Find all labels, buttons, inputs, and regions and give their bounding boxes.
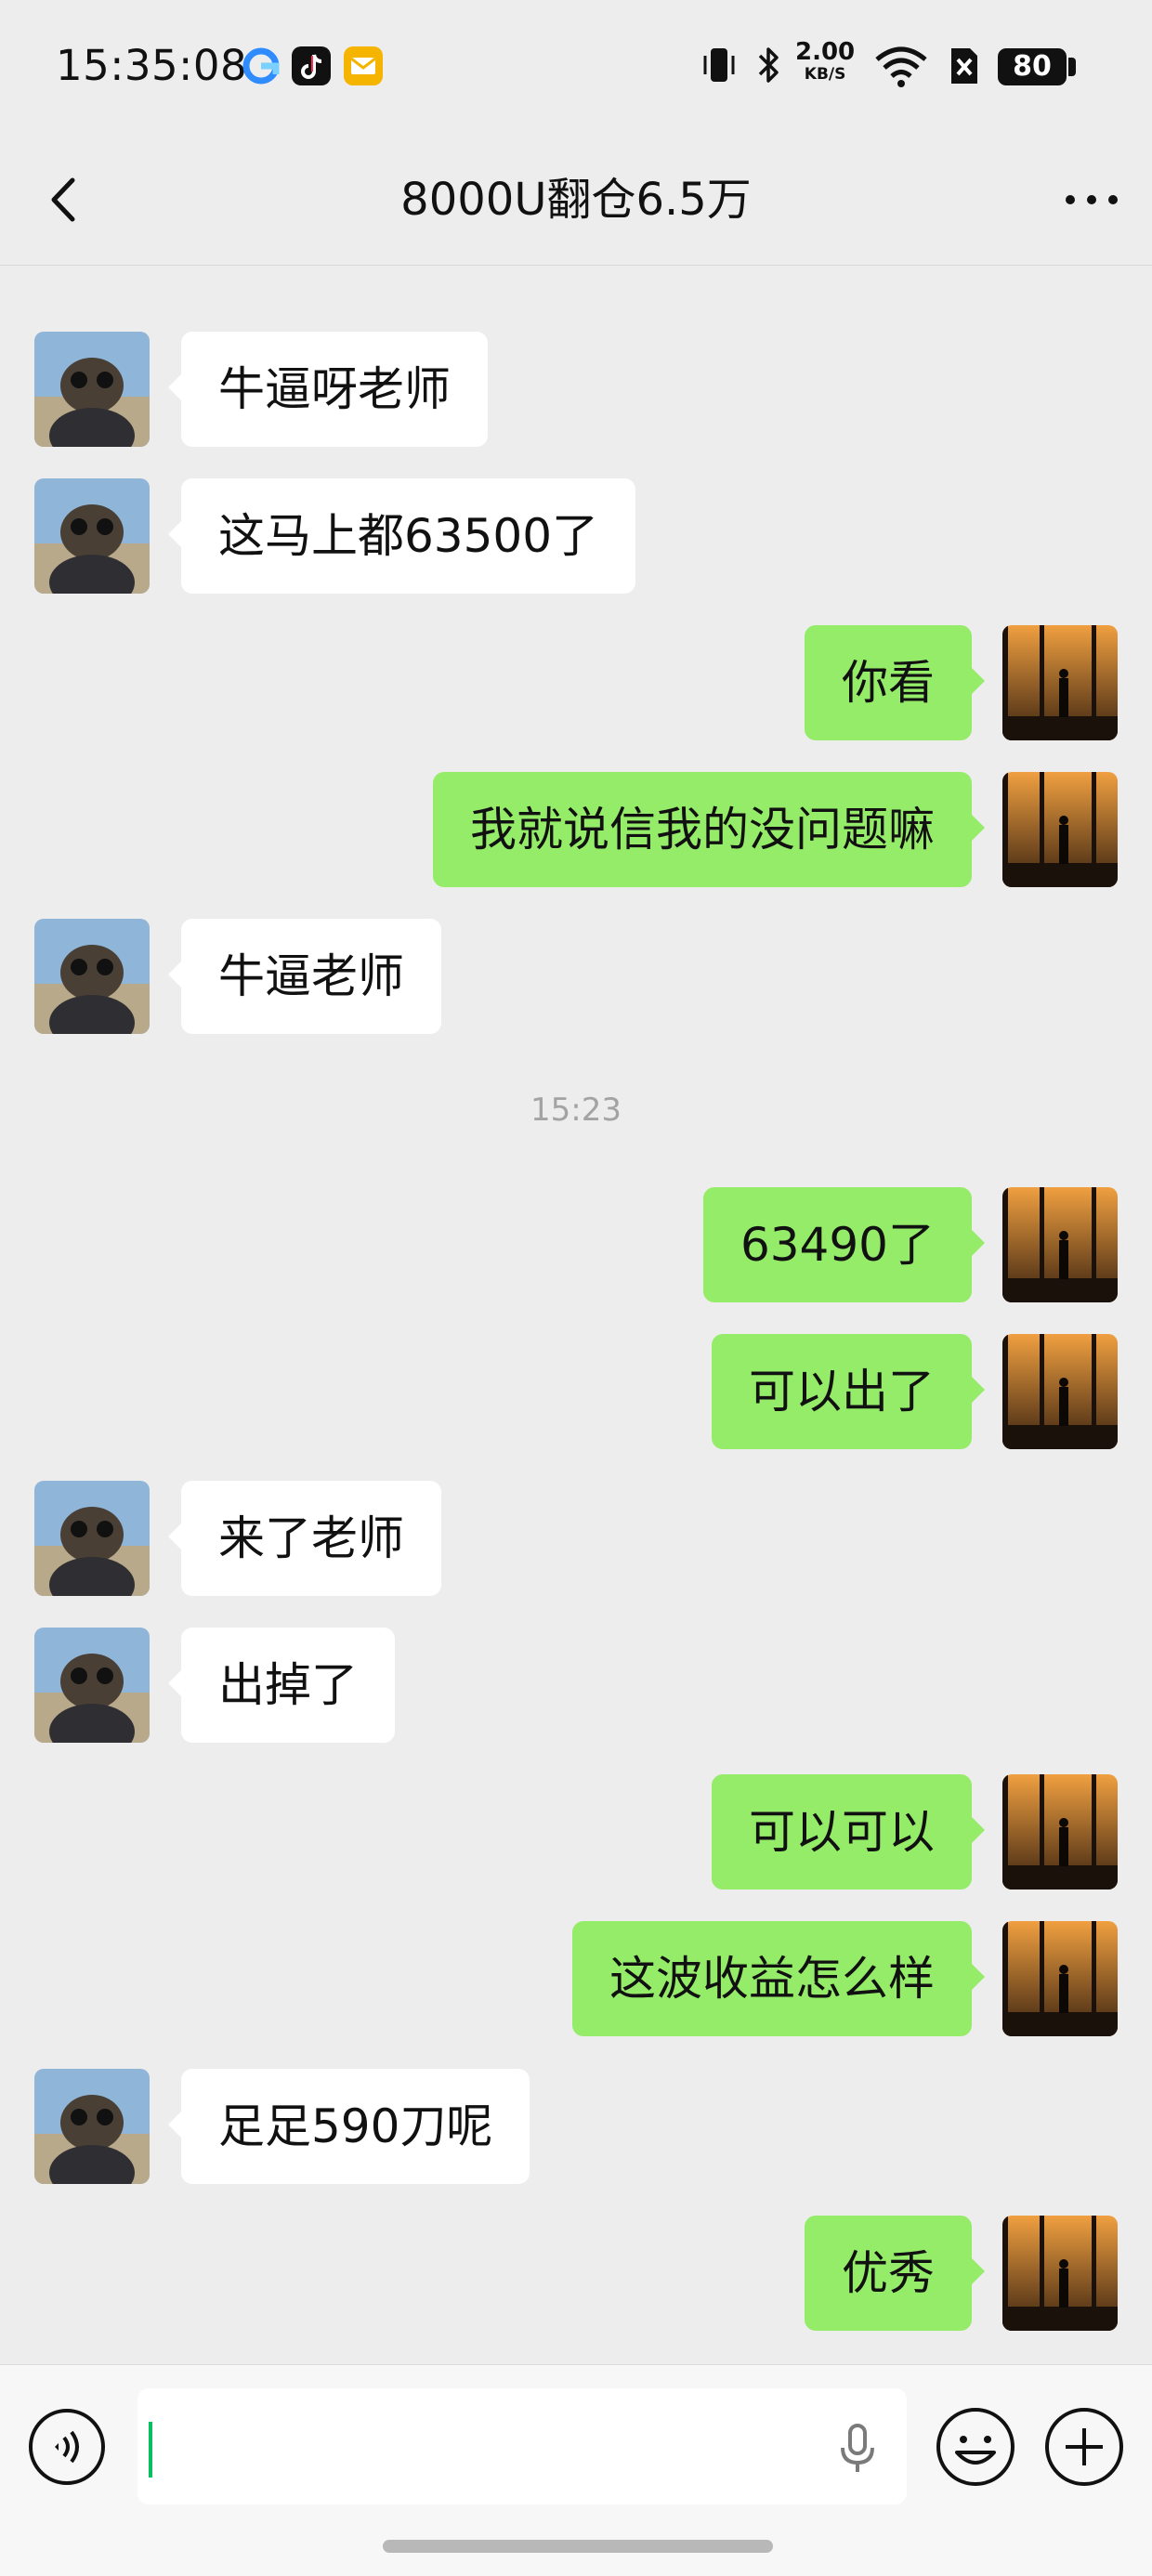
sent-message-bubble[interactable]: 我就说信我的没问题嘛 (433, 772, 985, 887)
battery-icon: 80 (998, 48, 1067, 85)
message-row: 来了老师 (0, 1481, 1152, 1596)
received-message-bubble[interactable]: 足足590刀呢 (167, 2069, 530, 2184)
contact-avatar[interactable] (34, 2069, 150, 2184)
more-dots-icon (1066, 195, 1118, 204)
voice-mode-button[interactable] (27, 2407, 107, 2487)
my-avatar[interactable] (1002, 1921, 1118, 2036)
microphone-icon[interactable] (825, 2414, 890, 2479)
message-row: 优秀 (0, 2216, 1152, 2331)
sent-message-bubble[interactable]: 优秀 (805, 2216, 985, 2331)
status-bar: 15:35:08 2.00 KB/S 80 (0, 0, 1152, 139)
voice-mode-icon (29, 2409, 105, 2485)
mail-app-icon (344, 46, 383, 85)
more-button[interactable] (1059, 167, 1124, 232)
emoji-button[interactable] (935, 2406, 1016, 2488)
message-input[interactable] (137, 2388, 907, 2504)
sent-message-bubble[interactable]: 可以出了 (712, 1334, 985, 1449)
tiktok-app-icon (292, 46, 331, 85)
message-row: 这波收益怎么样 (0, 1921, 1152, 2036)
net-speed-value: 2.00 (795, 38, 856, 66)
my-avatar[interactable] (1002, 772, 1118, 887)
vibrate-icon (700, 41, 738, 93)
bluetooth-icon (753, 41, 784, 93)
status-time: 15:35:08 (56, 41, 248, 90)
wifi-icon (873, 41, 929, 93)
sent-message-bubble[interactable]: 这波收益怎么样 (572, 1921, 985, 2036)
message-row: 牛逼老师 (0, 919, 1152, 1034)
plus-icon (1045, 2408, 1123, 2486)
message-timestamp: 15:23 (530, 1092, 622, 1129)
home-indicator[interactable] (383, 2540, 773, 2553)
received-message-bubble[interactable]: 这马上都63500了 (167, 478, 636, 594)
text-cursor (149, 2422, 152, 2478)
received-message-bubble[interactable]: 出掉了 (168, 1628, 395, 1743)
message-row: 你看 (0, 625, 1152, 740)
battery-cap (1068, 58, 1076, 76)
message-row: 可以出了 (0, 1334, 1152, 1449)
net-speed-unit: KB/S (804, 65, 846, 84)
message-row: 可以可以 (0, 1774, 1152, 1890)
chat-header: 8000U翻仓6.5万 (0, 139, 1152, 266)
message-row: 牛逼呀老师 (0, 332, 1152, 447)
message-row: 出掉了 (0, 1628, 1152, 1743)
emoji-icon (936, 2408, 1015, 2486)
contact-avatar[interactable] (34, 919, 150, 1034)
contact-avatar[interactable] (34, 1481, 150, 1596)
sent-message-bubble[interactable]: 你看 (805, 625, 985, 740)
message-row: 我就说信我的没问题嘛 (0, 772, 1152, 887)
plus-button[interactable] (1043, 2406, 1125, 2488)
my-avatar[interactable] (1002, 1774, 1118, 1890)
contact-avatar[interactable] (34, 478, 150, 594)
received-message-bubble[interactable]: 牛逼呀老师 (168, 332, 488, 447)
browser-app-icon (242, 46, 281, 85)
sent-message-bubble[interactable]: 可以可以 (712, 1774, 985, 1890)
message-row: 63490了 (0, 1187, 1152, 1302)
received-message-bubble[interactable]: 牛逼老师 (168, 919, 441, 1034)
input-bar (0, 2364, 1152, 2576)
sent-message-bubble[interactable]: 63490了 (702, 1187, 986, 1302)
my-avatar[interactable] (1002, 1187, 1118, 1302)
contact-avatar[interactable] (34, 1628, 150, 1743)
message-row: 这马上都63500了 (0, 478, 1152, 594)
network-speed: 2.00 KB/S (795, 38, 856, 85)
my-avatar[interactable] (1002, 1334, 1118, 1449)
contact-avatar[interactable] (34, 332, 150, 447)
my-avatar[interactable] (1002, 625, 1118, 740)
my-avatar[interactable] (1002, 2216, 1118, 2331)
received-message-bubble[interactable]: 来了老师 (168, 1481, 441, 1596)
chat-title: 8000U翻仓6.5万 (400, 174, 752, 226)
message-row: 足足590刀呢 (0, 2069, 1152, 2184)
sim-off-icon (946, 41, 983, 93)
